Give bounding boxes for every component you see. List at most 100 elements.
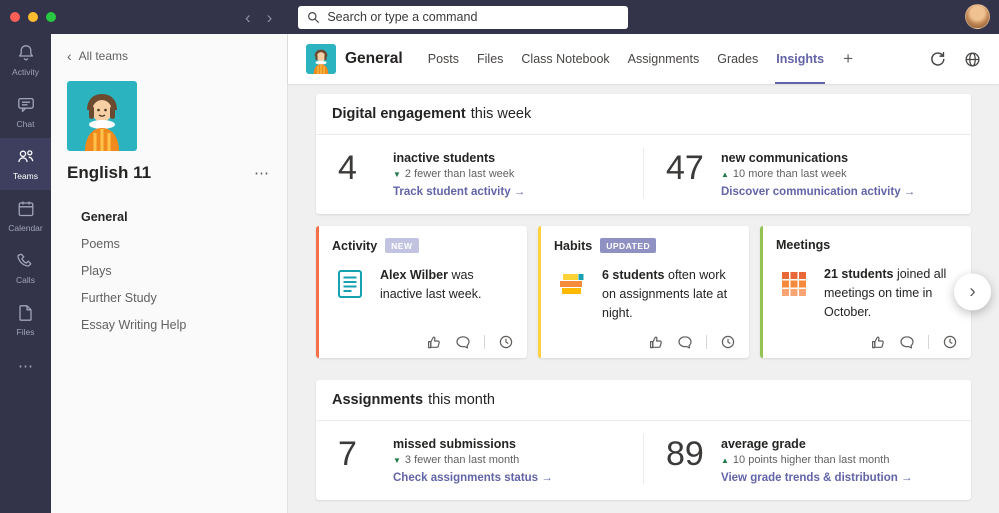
trend-text: 10 more than last week [732,168,847,180]
channel-item-further-study[interactable]: Further Study [51,284,287,311]
divider [706,335,707,349]
like-icon[interactable] [870,334,886,350]
divider [484,335,485,349]
panel-header: Digital engagement this week [316,94,971,135]
insights-content: Digital engagement this week 4 inactive … [288,84,999,513]
all-teams-back-link[interactable]: ‹ All teams [51,34,287,67]
carousel-next-button[interactable]: › [954,273,991,311]
shakespeare-avatar-image [67,81,137,151]
history-back-button[interactable]: ‹ [241,9,255,26]
check-assignments-status-link[interactable]: Check assignments status → [393,472,553,484]
like-icon[interactable] [426,334,442,350]
trend-text: 10 points higher than last month [732,454,890,466]
channel-item-plays[interactable]: Plays [51,257,287,284]
file-icon [18,305,32,321]
search-icon [308,11,320,23]
header-actions [929,51,981,68]
panel-subtitle: this week [470,106,532,122]
card-text: 6 students often work on assignments lat… [602,268,728,320]
rail-item-calendar[interactable]: Calendar [0,190,51,242]
updated-badge: UPDATED [600,238,657,253]
card-footer [332,334,514,350]
digital-engagement-panel: Digital engagement this week 4 inactive … [316,94,971,214]
refresh-icon[interactable] [929,51,946,68]
channel-item-general[interactable]: General [51,203,287,230]
stat-missed-submissions: 7 missed submissions ▼ 3 fewer than last… [316,434,643,484]
stat-value: 4 [338,149,357,187]
rail-item-teams[interactable]: Teams [0,138,51,190]
like-icon[interactable] [648,334,664,350]
globe-icon[interactable] [964,51,981,68]
trend-down-icon: ▼ [393,169,401,179]
user-avatar[interactable] [965,4,990,29]
insight-card-habits[interactable]: Habits UPDATED 6 students often work on … [538,226,749,358]
bell-icon [18,45,33,61]
assignments-panel: Assignments this month 7 missed submissi… [316,380,971,500]
card-footer [554,334,736,350]
comment-icon[interactable] [677,334,693,350]
stat-trend: ▲ 10 points higher than last month [721,454,912,466]
zoom-window-button[interactable] [46,12,56,22]
teams-icon [17,150,33,163]
stat-average-grade: 89 average grade ▲ 10 points higher than… [643,434,971,484]
chevron-left-icon: ‹ [67,48,72,64]
phone-icon [16,253,31,267]
trend-down-icon: ▼ [393,455,401,465]
new-badge: NEW [385,238,419,253]
card-text: 21 students joined all meetings on time … [824,267,947,319]
team-avatar[interactable] [67,81,137,151]
all-teams-label: All teams [78,49,129,63]
panel-subtitle: this month [428,392,495,408]
channel-item-poems[interactable]: Poems [51,230,287,257]
channel-title: General [345,50,403,67]
close-window-button[interactable] [10,12,20,22]
tab-bar: Posts Files Class Notebook Assignments G… [419,34,863,84]
history-clock-icon[interactable] [720,334,736,350]
stat-label: average grade [721,437,806,451]
insight-cards-carousel: Activity NEW Alex Wilber was inactive la… [316,226,991,358]
stat-label: inactive students [393,151,496,165]
rail-item-activity[interactable]: Activity [0,34,51,86]
view-grade-trends-link[interactable]: View grade trends & distribution → [721,472,912,484]
rail-item-files[interactable]: Files [0,294,51,346]
stat-trend: ▼ 3 fewer than last month [393,454,553,466]
stat-label: missed submissions [393,437,516,451]
tab-grades[interactable]: Grades [708,34,767,84]
add-tab-button[interactable]: + [833,49,863,69]
track-student-activity-link[interactable]: Track student activity → [393,186,525,198]
tab-posts[interactable]: Posts [419,34,468,84]
channel-avatar [306,44,336,74]
stat-trend: ▲ 10 more than last week [721,168,915,180]
team-options-button[interactable]: ⋯ [252,164,271,182]
divider [928,335,929,349]
comment-icon[interactable] [455,334,471,350]
minimize-window-button[interactable] [28,12,38,22]
insight-card-activity[interactable]: Activity NEW Alex Wilber was inactive la… [316,226,527,358]
tab-insights[interactable]: Insights [767,34,833,84]
command-search-box[interactable] [298,5,629,29]
history-clock-icon[interactable] [942,334,958,350]
insight-card-meetings[interactable]: Meetings 21 students joined all meetings… [760,226,971,358]
tab-assignments[interactable]: Assignments [619,34,709,84]
comment-icon[interactable] [899,334,915,350]
history-forward-button[interactable]: › [263,9,277,26]
rail-more-button[interactable]: ⋯ [0,346,51,386]
trend-text: 3 fewer than last month [404,454,520,466]
discover-communication-activity-link[interactable]: Discover communication activity → [721,186,915,198]
tab-files[interactable]: Files [468,34,512,84]
rail-item-chat[interactable]: Chat [0,86,51,138]
stat-inactive-students: 4 inactive students ▼ 2 fewer than last … [316,148,643,198]
window-controls [10,12,56,22]
channel-item-essay-writing-help[interactable]: Essay Writing Help [51,311,287,338]
tab-class-notebook[interactable]: Class Notebook [512,34,618,84]
panel-title: Digital engagement [332,106,466,122]
rail-item-calls[interactable]: Calls [0,242,51,294]
rail-item-label: Chat [16,119,35,129]
search-input[interactable] [327,10,620,24]
stat-trend: ▼ 2 fewer than last week [393,168,525,180]
trend-text: 2 fewer than last week [404,168,515,180]
history-clock-icon[interactable] [498,334,514,350]
stat-label: new communications [721,151,849,165]
stat-new-communications: 47 new communications ▲ 10 more than las… [643,148,971,198]
card-text: Alex Wilber was inactive last week. [380,268,482,301]
